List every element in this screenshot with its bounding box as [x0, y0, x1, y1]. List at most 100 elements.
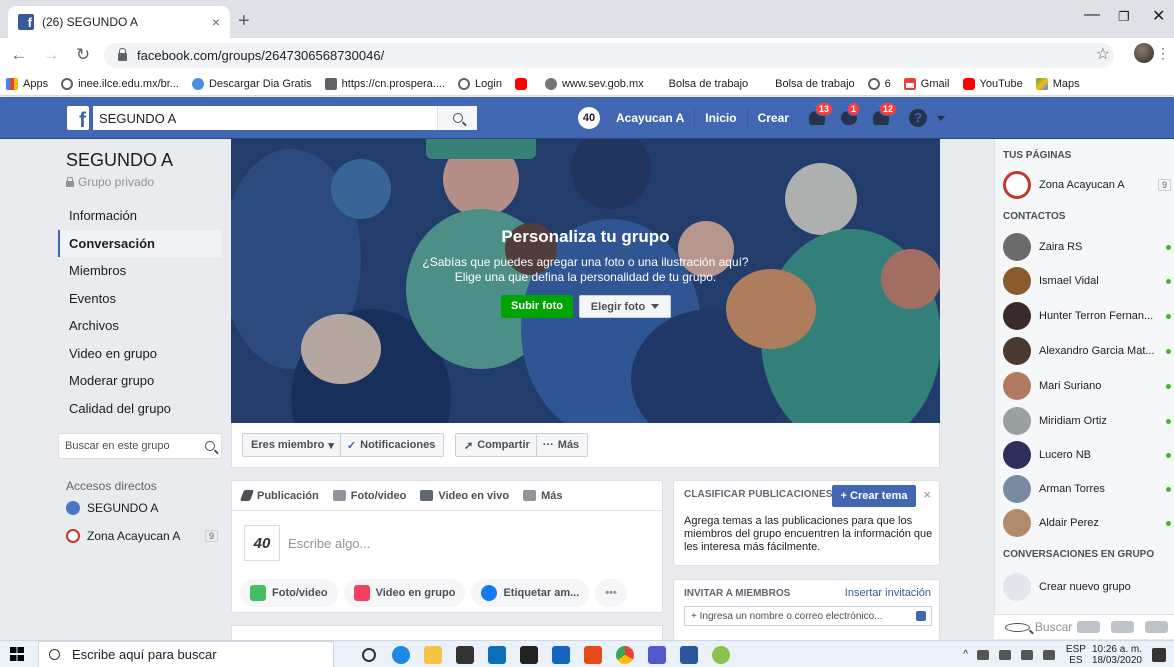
friend-requests-icon[interactable]: 13: [803, 102, 833, 129]
group-nav-archivos[interactable]: Archivos: [58, 312, 222, 339]
photo-video-button[interactable]: Foto/video: [240, 579, 338, 607]
battery-icon[interactable]: [998, 649, 1011, 660]
group-name[interactable]: SEGUNDO A: [66, 150, 173, 171]
bookmark-prospera[interactable]: https://cn.prospera....: [324, 77, 445, 90]
bookmark-maps[interactable]: Maps: [1035, 77, 1080, 90]
notifications-button[interactable]: Notificaciones: [360, 439, 435, 451]
cortana-icon[interactable]: [362, 648, 376, 662]
create-topic-button[interactable]: + Crear tema: [832, 485, 916, 507]
profile-avatar[interactable]: 40: [578, 107, 600, 129]
forward-arrow-icon[interactable]: →: [38, 45, 64, 65]
word-icon[interactable]: [680, 646, 698, 664]
bookmark-gmail[interactable]: Gmail: [903, 77, 950, 90]
nav-inicio[interactable]: Inicio: [694, 108, 746, 128]
group-video-button[interactable]: Video en grupo: [343, 579, 466, 607]
group-nav-moderar[interactable]: Moderar grupo: [58, 367, 222, 394]
dropbox-icon[interactable]: [520, 646, 538, 664]
browser-menu-icon[interactable]: ⋮: [1156, 45, 1170, 62]
bookmark-login[interactable]: Login: [458, 77, 502, 90]
file-explorer-icon[interactable]: [424, 646, 442, 664]
volume-icon[interactable]: [1042, 649, 1055, 660]
notifications-icon[interactable]: 12: [867, 102, 897, 129]
contact-item[interactable]: Hunter Terron Fernan...: [1003, 302, 1171, 330]
compose-icon[interactable]: [1111, 621, 1135, 633]
restore-icon[interactable]: ❐: [1118, 9, 1130, 25]
bookmark-bolsa-1[interactable]: Bolsa de trabajo: [669, 78, 749, 90]
bookmark-six[interactable]: 6: [867, 77, 891, 90]
facebook-search-button[interactable]: [437, 106, 477, 130]
insert-invite-link[interactable]: Insertar invitación: [845, 587, 931, 599]
bookmark-apps[interactable]: Apps: [6, 77, 48, 90]
contact-item[interactable]: Miridiam Ortiz: [1003, 407, 1171, 435]
facebook-search-input[interactable]: SEGUNDO A: [93, 111, 437, 126]
contact-item[interactable]: Zaira RS: [1003, 233, 1171, 261]
bookmark-star-icon[interactable]: ☆: [1096, 44, 1110, 64]
group-search-input[interactable]: Buscar en este grupo: [58, 433, 222, 459]
help-icon[interactable]: ?: [908, 109, 927, 127]
reload-icon[interactable]: ↻: [70, 45, 96, 65]
paint-icon[interactable]: [712, 646, 730, 664]
group-nav-video[interactable]: Video en grupo: [58, 340, 222, 367]
contact-item[interactable]: Ismael Vidal: [1003, 267, 1171, 295]
group-nav-informacion[interactable]: Información: [58, 202, 222, 229]
tab-close-icon[interactable]: ×: [212, 14, 220, 30]
group-nav-conversacion[interactable]: Conversación: [58, 230, 222, 257]
bookmark-bolsa-2[interactable]: Bolsa de trabajo: [775, 78, 855, 90]
facebook-logo-icon[interactable]: f: [67, 106, 89, 132]
bookmark-youtube-small[interactable]: [514, 77, 532, 90]
composer-input[interactable]: Escribe algo...: [288, 536, 370, 551]
composer-write-area[interactable]: 40 Escribe algo...: [244, 525, 370, 561]
close-window-icon[interactable]: ✕: [1152, 6, 1165, 26]
chrome-icon[interactable]: [616, 646, 634, 664]
taskbar-search-input[interactable]: Escribe aquí para buscar: [38, 641, 334, 667]
store-icon[interactable]: [456, 646, 474, 664]
shortcut-segundo-a[interactable]: SEGUNDO A: [66, 501, 218, 515]
settings-icon[interactable]: [1077, 621, 1101, 633]
office-icon[interactable]: [584, 646, 602, 664]
browser-tab[interactable]: f (26) SEGUNDO A ×: [8, 6, 230, 38]
group-icon[interactable]: [1145, 621, 1168, 633]
language-indicator[interactable]: ESP ES: [1066, 644, 1086, 666]
tab-video-en-vivo[interactable]: Video en vivo: [420, 490, 509, 502]
contact-card-icon[interactable]: [916, 611, 926, 621]
group-nav-calidad[interactable]: Calidad del grupo: [58, 395, 222, 422]
minimize-icon[interactable]: —: [1084, 6, 1100, 24]
profile-avatar-icon[interactable]: [1134, 43, 1154, 63]
invite-input[interactable]: + Ingresa un nombre o correo electrónico…: [684, 606, 932, 626]
create-group-chat[interactable]: Crear nuevo grupo: [1003, 573, 1171, 601]
more-options-button[interactable]: •••: [595, 579, 627, 607]
membership-button[interactable]: Eres miembro ▾ ✓ Notificaciones: [242, 433, 445, 457]
facebook-search[interactable]: SEGUNDO A: [93, 106, 477, 130]
search-icon[interactable]: [205, 441, 215, 451]
edge-icon[interactable]: [392, 646, 410, 664]
more-button[interactable]: Más: [558, 439, 579, 451]
contact-item[interactable]: Mari Suriano: [1003, 372, 1171, 400]
mail-icon[interactable]: [488, 646, 506, 664]
choose-photo-button[interactable]: Elegir foto: [579, 295, 671, 318]
windows-start-icon[interactable]: [10, 647, 24, 661]
share-button[interactable]: ➚ Compartir ··· Más: [455, 433, 589, 457]
nav-crear[interactable]: Crear: [746, 108, 799, 128]
back-arrow-icon[interactable]: ←: [6, 45, 32, 65]
clock[interactable]: 10:26 a. m. 18/03/2020: [1092, 644, 1142, 666]
contact-item[interactable]: Alexandro Garcia Mat...: [1003, 337, 1171, 365]
powershell-icon[interactable]: [552, 646, 570, 664]
account-menu-caret-icon[interactable]: [936, 115, 945, 121]
contact-item[interactable]: Aldair Perez: [1003, 509, 1171, 537]
chat-search-input[interactable]: Buscar: [994, 614, 1174, 639]
group-nav-eventos[interactable]: Eventos: [58, 285, 222, 312]
bookmark-inee[interactable]: inee.ilce.edu.mx/br...: [61, 77, 179, 90]
page-item[interactable]: Zona Acayucan A 9: [1003, 171, 1171, 199]
contact-item[interactable]: Arman Torres: [1003, 475, 1171, 503]
group-nav-miembros[interactable]: Miembros: [58, 257, 222, 284]
bookmark-youtube[interactable]: YouTube: [962, 77, 1023, 90]
contact-item[interactable]: Lucero NB: [1003, 441, 1171, 469]
bookmark-descargar[interactable]: Descargar Dia Gratis: [191, 77, 312, 90]
tag-friends-button[interactable]: Etiquetar am...: [471, 579, 590, 607]
omnibox[interactable]: facebook.com/groups/2647306568730046/: [104, 43, 1114, 68]
tab-publicacion[interactable]: Publicación: [239, 490, 319, 502]
new-tab-button[interactable]: +: [238, 10, 250, 33]
close-icon[interactable]: ×: [923, 487, 931, 502]
teams-icon[interactable]: [648, 646, 666, 664]
messenger-icon[interactable]: 1: [835, 102, 863, 129]
